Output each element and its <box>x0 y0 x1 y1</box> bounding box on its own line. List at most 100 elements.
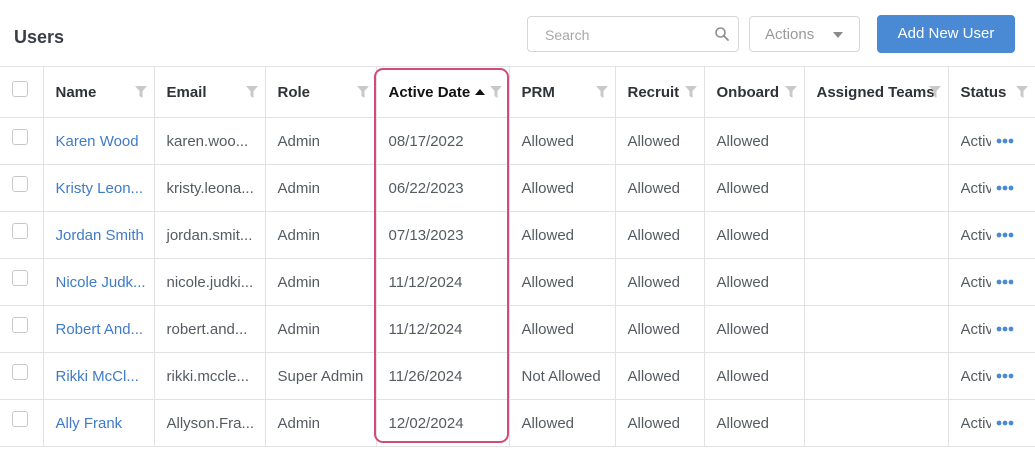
header-label: Role <box>277 83 311 101</box>
user-prm: Allowed <box>508 211 616 259</box>
table-row[interactable]: Jordan Smith jordan.smit... Admin 07/13/… <box>0 211 1035 259</box>
search-icon[interactable] <box>714 26 730 42</box>
user-status: Active <box>960 320 991 338</box>
more-horizontal-icon[interactable] <box>996 420 1014 426</box>
user-active-date: 08/17/2022 <box>375 117 510 165</box>
filter-icon[interactable] <box>784 86 797 98</box>
filter-icon[interactable] <box>134 86 147 98</box>
more-horizontal-icon[interactable] <box>996 373 1014 379</box>
header-email[interactable]: Email <box>153 66 266 118</box>
filter-icon[interactable] <box>1015 86 1028 98</box>
user-name-link[interactable]: Karen Wood <box>42 117 155 165</box>
header-role[interactable]: Role <box>264 66 377 118</box>
row-checkbox[interactable] <box>12 270 28 286</box>
row-checkbox[interactable] <box>12 223 28 239</box>
user-onboard: Allowed <box>703 117 805 165</box>
user-status: Active <box>960 179 991 197</box>
select-all-checkbox[interactable] <box>12 81 28 97</box>
user-onboard: Allowed <box>703 164 805 212</box>
more-horizontal-icon[interactable] <box>996 326 1014 332</box>
table-row[interactable]: Kristy Leon... kristy.leona... Admin 06/… <box>0 164 1035 212</box>
user-status-cell: Active <box>947 117 1035 165</box>
user-onboard: Allowed <box>703 305 805 353</box>
header-status[interactable]: Status <box>947 66 1035 118</box>
user-role: Admin <box>264 117 377 165</box>
filter-icon[interactable] <box>928 86 941 98</box>
more-horizontal-icon[interactable] <box>996 185 1014 191</box>
more-horizontal-icon[interactable] <box>996 232 1014 238</box>
user-status: Active <box>960 226 991 244</box>
user-role: Admin <box>264 211 377 259</box>
table-row[interactable]: Ally Frank Allyson.Fra... Admin 12/02/20… <box>0 399 1035 447</box>
header-onboard[interactable]: Onboard <box>703 66 805 118</box>
user-name-link[interactable]: Jordan Smith <box>42 211 155 259</box>
user-prm: Allowed <box>508 258 616 306</box>
header-active-date[interactable]: Active Date <box>375 66 510 118</box>
user-status-cell: Active <box>947 258 1035 306</box>
filter-icon[interactable] <box>245 86 258 98</box>
sort-ascending-icon[interactable] <box>475 88 486 95</box>
row-checkbox[interactable] <box>12 317 28 333</box>
header-recruit[interactable]: Recruit <box>614 66 705 118</box>
user-email: nicole.judki... <box>153 258 266 306</box>
user-prm: Allowed <box>508 399 616 447</box>
filter-icon[interactable] <box>489 86 502 98</box>
row-checkbox[interactable] <box>12 411 28 427</box>
user-email: karen.woo... <box>153 117 266 165</box>
user-assigned-teams <box>803 305 949 353</box>
page-title: Users <box>14 27 65 47</box>
user-status-cell: Active <box>947 211 1035 259</box>
header-label: Recruit <box>627 83 680 101</box>
table-row[interactable]: Nicole Judk... nicole.judki... Admin 11/… <box>0 258 1035 306</box>
user-status: Active <box>960 367 991 385</box>
user-name-link[interactable]: Ally Frank <box>42 399 155 447</box>
user-email: rikki.mccle... <box>153 352 266 400</box>
filter-icon[interactable] <box>684 86 697 98</box>
table-row[interactable]: Rikki McCl... rikki.mccle... Super Admin… <box>0 352 1035 400</box>
header-select-all <box>0 66 44 118</box>
more-horizontal-icon[interactable] <box>996 138 1014 144</box>
user-assigned-teams <box>803 399 949 447</box>
user-status: Active <box>960 273 991 291</box>
user-active-date: 06/22/2023 <box>375 164 510 212</box>
user-status-cell: Active <box>947 352 1035 400</box>
user-active-date: 12/02/2024 <box>375 399 510 447</box>
user-role: Admin <box>264 258 377 306</box>
user-name-link[interactable]: Robert And... <box>42 305 155 353</box>
row-select-cell <box>0 399 44 447</box>
filter-icon[interactable] <box>356 86 369 98</box>
row-checkbox[interactable] <box>12 364 28 380</box>
user-onboard: Allowed <box>703 399 805 447</box>
users-table: Name Email Role Active Date PRM Recruit … <box>0 66 1035 447</box>
table-row[interactable]: Karen Wood karen.woo... Admin 08/17/2022… <box>0 117 1035 165</box>
user-active-date: 07/13/2023 <box>375 211 510 259</box>
header-prm[interactable]: PRM <box>508 66 616 118</box>
row-checkbox[interactable] <box>12 129 28 145</box>
add-new-user-button[interactable]: Add New User <box>877 15 1015 53</box>
user-role: Super Admin <box>264 352 377 400</box>
user-email: jordan.smit... <box>153 211 266 259</box>
user-email: robert.and... <box>153 305 266 353</box>
user-name-link[interactable]: Kristy Leon... <box>42 164 155 212</box>
user-status-cell: Active <box>947 399 1035 447</box>
user-active-date: 11/26/2024 <box>375 352 510 400</box>
row-checkbox[interactable] <box>12 176 28 192</box>
header-label: Email <box>166 83 207 101</box>
user-name-link[interactable]: Rikki McCl... <box>42 352 155 400</box>
header-label: Onboard <box>716 83 780 101</box>
header-name[interactable]: Name <box>42 66 155 118</box>
row-select-cell <box>0 258 44 306</box>
more-horizontal-icon[interactable] <box>996 279 1014 285</box>
user-status-cell: Active <box>947 164 1035 212</box>
search-box[interactable] <box>527 16 739 52</box>
search-input[interactable] <box>543 25 707 45</box>
filter-icon[interactable] <box>595 86 608 98</box>
user-recruit: Allowed <box>614 399 705 447</box>
user-onboard: Allowed <box>703 258 805 306</box>
row-select-cell <box>0 305 44 353</box>
user-prm: Not Allowed <box>508 352 616 400</box>
header-assigned-teams[interactable]: Assigned Teams <box>803 66 949 118</box>
table-row[interactable]: Robert And... robert.and... Admin 11/12/… <box>0 305 1035 353</box>
actions-dropdown[interactable]: Actions <box>749 16 860 52</box>
user-name-link[interactable]: Nicole Judk... <box>42 258 155 306</box>
